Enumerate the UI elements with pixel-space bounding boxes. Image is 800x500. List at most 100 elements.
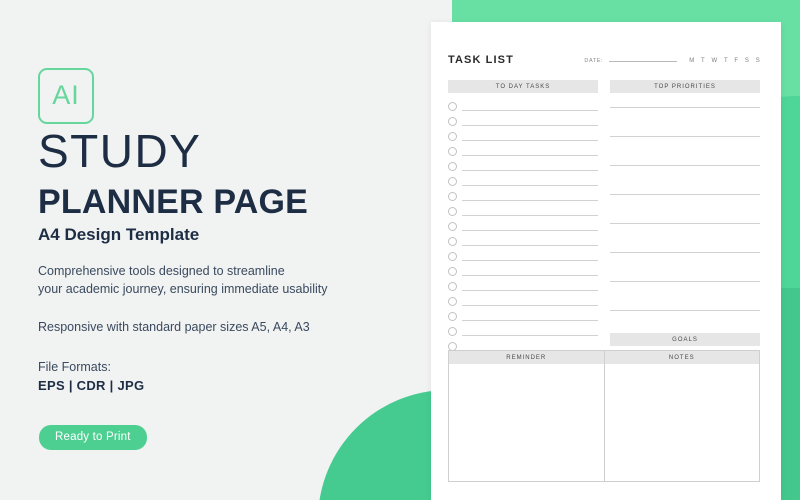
write-line[interactable] [610,107,760,108]
checkbox-circle-icon[interactable] [448,147,457,156]
goals-header-label: GOALS [672,336,698,343]
checkbox-circle-icon[interactable] [448,102,457,111]
priority-row[interactable] [610,136,760,151]
checkbox-circle-icon[interactable] [448,207,457,216]
task-row[interactable] [448,234,598,249]
priority-row[interactable] [610,252,760,267]
write-line[interactable] [610,165,760,166]
task-row[interactable] [448,264,598,279]
write-line[interactable] [610,136,760,137]
reminder-write-area[interactable] [449,364,604,481]
ready-to-print-badge[interactable]: Ready to Print [39,425,147,450]
weekday-thursday[interactable]: T [724,58,728,64]
checkbox-circle-icon[interactable] [448,177,457,186]
priority-row[interactable] [610,165,760,180]
task-row[interactable] [448,159,598,174]
weekday-monday[interactable]: M [689,58,694,64]
task-write-line[interactable] [462,245,598,246]
task-row[interactable] [448,279,598,294]
responsive-note: Responsive with standard paper sizes A5,… [38,320,310,334]
weekday-wednesday[interactable]: W [711,58,717,64]
description-line-1: Comprehensive tools designed to streamli… [38,264,285,278]
task-write-line[interactable] [462,320,598,321]
planner-heading: TASK LIST [448,54,514,66]
bottom-panels: REMINDER NOTES [448,350,760,482]
file-formats-label: File Formats: [38,360,111,374]
task-write-line[interactable] [462,335,598,336]
task-write-line[interactable] [462,275,598,276]
notes-header: NOTES [604,351,759,364]
write-line[interactable] [610,310,760,311]
task-row[interactable] [448,189,598,204]
task-row[interactable] [448,249,598,264]
task-write-line[interactable] [462,125,598,126]
reminder-header: REMINDER [449,351,604,364]
weekday-friday[interactable]: F [734,58,738,64]
task-write-line[interactable] [462,260,598,261]
priority-row[interactable] [610,107,760,122]
top-priorities-header-label: TOP PRIORITIES [654,83,716,90]
task-write-line[interactable] [462,230,598,231]
task-row[interactable] [448,129,598,144]
write-line[interactable] [610,252,760,253]
task-write-line[interactable] [462,290,598,291]
goals-header: GOALS [610,333,760,346]
checkbox-circle-icon[interactable] [448,267,457,276]
checkbox-circle-icon[interactable] [448,252,457,261]
write-line[interactable] [610,281,760,282]
date-field-row: DATE: M T W T F S S [584,58,760,64]
task-write-line[interactable] [462,305,598,306]
task-row[interactable] [448,219,598,234]
task-write-line[interactable] [462,215,598,216]
checkbox-circle-icon[interactable] [448,312,457,321]
priority-row[interactable] [610,194,760,209]
checkbox-circle-icon[interactable] [448,237,457,246]
write-line[interactable] [610,223,760,224]
task-row[interactable] [448,99,598,114]
checkbox-circle-icon[interactable] [448,132,457,141]
task-row[interactable] [448,144,598,159]
task-write-line[interactable] [462,140,598,141]
checkbox-circle-icon[interactable] [448,282,457,291]
description-line-2: your academic journey, ensuring immediat… [38,282,328,297]
task-row[interactable] [448,174,598,189]
checkbox-circle-icon[interactable] [448,162,457,171]
task-write-line[interactable] [462,185,598,186]
date-write-line[interactable] [609,61,678,62]
task-row[interactable] [448,309,598,324]
reminder-panel: REMINDER [448,350,605,482]
weekday-saturday[interactable]: S [745,58,749,64]
checkbox-circle-icon[interactable] [448,222,457,231]
task-row[interactable] [448,204,598,219]
priority-row[interactable] [610,310,760,325]
write-line[interactable] [610,194,760,195]
checkbox-circle-icon[interactable] [448,297,457,306]
task-row[interactable] [448,324,598,339]
today-tasks-rows [448,99,598,369]
top-priorities-rows [610,107,760,325]
weekday-selector[interactable]: M T W T F S S [689,58,760,64]
checkbox-circle-icon[interactable] [448,192,457,201]
notes-write-area[interactable] [604,364,759,481]
priority-row[interactable] [610,223,760,238]
reminder-header-label: REMINDER [506,354,547,361]
checkbox-circle-icon[interactable] [448,117,457,126]
notes-header-label: NOTES [668,354,695,361]
page-subtitle: A4 Design Template [38,225,200,244]
top-priorities-header: TOP PRIORITIES [610,80,760,93]
page-title-secondary: PLANNER PAGE [38,183,309,221]
priority-row[interactable] [610,281,760,296]
checkbox-circle-icon[interactable] [448,327,457,336]
planner-template-preview: AI STUDY PLANNER PAGE A4 Design Template… [0,0,800,500]
weekday-sunday[interactable]: S [756,58,760,64]
task-row[interactable] [448,294,598,309]
task-write-line[interactable] [462,110,598,111]
planner-page-sheet: TASK LIST DATE: M T W T F S S TO DAY TAS… [431,22,781,500]
task-write-line[interactable] [462,200,598,201]
description-block: Comprehensive tools designed to streamli… [38,262,408,298]
weekday-tuesday[interactable]: T [701,58,705,64]
task-row[interactable] [448,114,598,129]
marketing-panel: AI STUDY PLANNER PAGE A4 Design Template… [0,0,420,500]
task-write-line[interactable] [462,155,598,156]
task-write-line[interactable] [462,170,598,171]
